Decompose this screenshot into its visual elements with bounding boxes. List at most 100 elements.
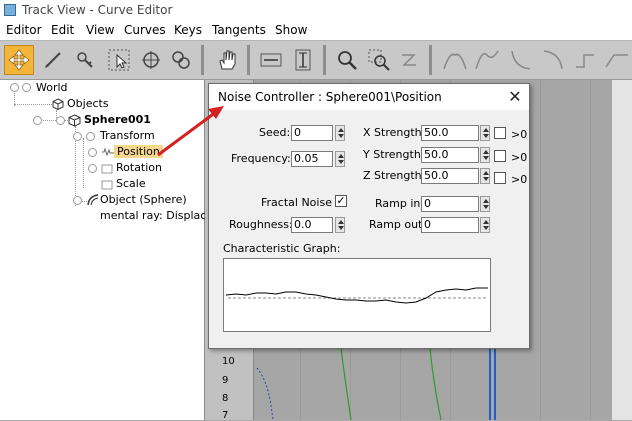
z-strength-input[interactable]: 50.0 <box>421 168 479 184</box>
tree-item-world[interactable]: World <box>36 81 68 94</box>
title-bar: Track View - Curve Editor <box>0 0 632 21</box>
tree-expand-toggle[interactable] <box>73 132 82 141</box>
ramp-out-spinner[interactable] <box>480 217 490 233</box>
x-positive-label: >0 <box>511 128 528 141</box>
tree-expand-toggle[interactable] <box>86 132 95 141</box>
toolbar-separator <box>247 45 250 75</box>
dialog-title-bar: Noise Controller : Sphere001\Position ✕ <box>209 84 529 110</box>
move-keys-icon[interactable] <box>4 45 34 75</box>
scale-values-icon[interactable] <box>168 47 194 73</box>
tree-item-mental-ray-displacer[interactable]: mental ray: Displacer <box>100 209 218 222</box>
annotation-arrow <box>157 106 224 157</box>
menu-show[interactable]: Show <box>275 23 307 37</box>
sphere-object-icon <box>68 114 81 130</box>
tree-connector <box>14 104 54 105</box>
scale-keys-icon[interactable] <box>138 47 164 73</box>
draw-curves-icon[interactable] <box>40 47 66 73</box>
fractal-noise-label: Fractal Noise <box>261 196 332 209</box>
close-icon[interactable]: ✕ <box>505 87 525 107</box>
green-curve <box>429 347 442 420</box>
menu-view[interactable]: View <box>86 23 114 37</box>
zoom-extents-horizontal-icon[interactable] <box>258 47 284 73</box>
noise-curve-icon <box>101 147 115 160</box>
noise-graph-svg <box>225 287 488 304</box>
menu-keys[interactable]: Keys <box>174 23 202 37</box>
select-icon[interactable] <box>106 47 132 73</box>
menu-editor[interactable]: Editor <box>6 23 42 37</box>
fractal-noise-checkbox[interactable]: ✓ <box>335 195 347 207</box>
tangent-auto-icon[interactable] <box>442 47 468 73</box>
zoom-icon[interactable] <box>334 47 360 73</box>
blue-dashed-curve <box>256 367 274 420</box>
zoom-region-icon[interactable] <box>366 47 392 73</box>
tree-expand-toggle[interactable] <box>88 164 97 173</box>
ramp-out-input[interactable]: 0 <box>421 217 479 233</box>
menu-curves[interactable]: Curves <box>124 23 166 37</box>
tree-expand-toggle[interactable] <box>56 116 65 125</box>
noise-controller-dialog: Noise Controller : Sphere001\Position ✕ … <box>208 83 530 349</box>
tangent-spline-icon[interactable] <box>474 47 500 73</box>
ramp-in-spinner[interactable] <box>480 196 490 212</box>
x-strength-spinner[interactable] <box>480 125 490 141</box>
objects-icon <box>52 98 64 113</box>
menu-edit[interactable]: Edit <box>51 23 74 37</box>
roughness-label: Roughness: <box>229 218 293 231</box>
y-positive-label: >0 <box>511 151 528 164</box>
z-strength-spinner[interactable] <box>480 168 490 184</box>
arrow-shaft <box>157 110 217 157</box>
tangent-linear-icon[interactable] <box>604 47 630 73</box>
tree-expand-toggle[interactable] <box>73 196 82 205</box>
rotation-track-icon <box>101 163 113 177</box>
y-strength-spinner[interactable] <box>480 147 490 163</box>
ramp-out-label: Ramp out: <box>369 218 427 231</box>
toolbar-separator <box>429 45 432 75</box>
tree-item-objects[interactable]: Objects <box>67 97 109 110</box>
menu-bar: Editor Edit View Curves Keys Tangents Sh… <box>0 21 632 40</box>
tangent-slow-icon[interactable] <box>540 47 566 73</box>
y-strength-input[interactable]: 50.0 <box>421 147 479 163</box>
characteristic-graph <box>223 258 491 332</box>
pan-icon[interactable] <box>214 47 240 73</box>
characteristic-graph-label: Characteristic Graph: <box>223 242 341 255</box>
frequency-input[interactable]: 0.05 <box>291 151 333 167</box>
tree-item-sphere001[interactable]: Sphere001 <box>84 113 151 126</box>
zoom-extents-vertical-icon[interactable] <box>290 47 316 73</box>
x-positive-checkbox[interactable] <box>494 127 506 139</box>
seed-label: Seed: <box>259 126 291 139</box>
tree-item-transform[interactable]: Transform <box>100 129 155 142</box>
object-sphere-icon <box>86 193 99 209</box>
x-strength-label: X Strength: <box>363 126 426 139</box>
app-icon <box>4 4 16 16</box>
frequency-label: Frequency: <box>231 152 291 165</box>
z-positive-checkbox[interactable] <box>494 172 506 184</box>
x-strength-input[interactable]: 50.0 <box>421 125 479 141</box>
dialog-title: Noise Controller : Sphere001\Position <box>218 90 442 104</box>
tangent-step-icon[interactable] <box>572 47 598 73</box>
y-positive-checkbox[interactable] <box>494 150 506 162</box>
tree-item-scale[interactable]: Scale <box>116 177 146 190</box>
roughness-spinner[interactable] <box>335 217 345 233</box>
tree-expand-toggle[interactable] <box>10 83 19 92</box>
seed-input[interactable]: 0 <box>291 125 333 141</box>
noise-graph-curve <box>225 287 488 304</box>
vertical-scrollbar[interactable] <box>612 80 632 420</box>
toolbar <box>0 40 632 80</box>
z-positive-label: >0 <box>511 173 528 186</box>
y-strength-label: Y Strength: <box>363 148 425 161</box>
slide-keys-icon[interactable] <box>396 47 422 73</box>
ramp-in-input[interactable]: 0 <box>421 196 479 212</box>
z-strength-label: Z Strength: <box>363 169 426 182</box>
frequency-spinner[interactable] <box>335 151 345 167</box>
toolbar-separator <box>201 45 204 75</box>
add-keys-icon[interactable] <box>72 47 98 73</box>
ramp-in-label: Ramp in: <box>375 197 425 210</box>
menu-tangents[interactable]: Tangents <box>212 23 266 37</box>
tree-item-object-sphere[interactable]: Object (Sphere) <box>100 193 187 206</box>
roughness-input[interactable]: 0.0 <box>291 217 333 233</box>
seed-spinner[interactable] <box>335 125 345 141</box>
toolbar-separator <box>323 45 326 75</box>
tree-expand-toggle[interactable] <box>88 148 97 157</box>
tangent-fast-icon[interactable] <box>508 47 534 73</box>
tree-expand-toggle[interactable] <box>33 116 42 125</box>
tree-expand-toggle[interactable] <box>22 83 31 92</box>
